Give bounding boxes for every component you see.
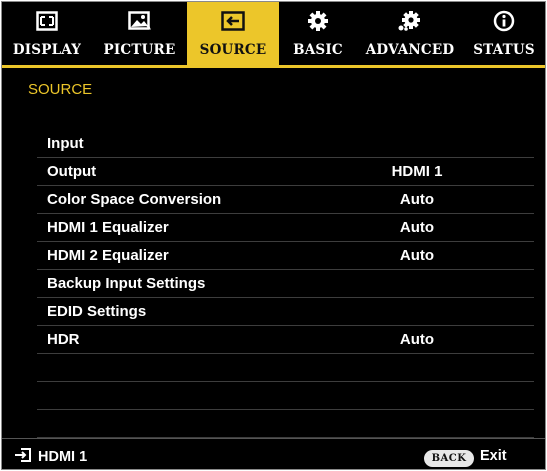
menu-empty-row (37, 355, 534, 382)
tab-advanced-label: ADVANCED (365, 42, 455, 58)
footer-divider (2, 438, 545, 439)
menu-item-label: Input (47, 135, 84, 152)
tab-display[interactable]: DISPLAY (2, 2, 92, 65)
menu-item-backup-input-settings[interactable]: Backup Input Settings (37, 271, 534, 298)
current-input-label: HDMI 1 (38, 449, 88, 465)
tab-status-label: STATUS (473, 42, 535, 58)
tab-basic[interactable]: BASIC (279, 2, 357, 65)
menu-item-label: EDID Settings (47, 303, 147, 320)
exit-label: Exit (480, 448, 507, 464)
picture-icon (92, 10, 187, 32)
tab-basic-label: BASIC (293, 42, 343, 58)
menu-item-value: Auto (399, 331, 435, 348)
display-icon (2, 10, 92, 32)
info-icon (463, 10, 545, 32)
menu-item-color-space-conversion[interactable]: Color Space Conversion Auto (37, 187, 534, 214)
menu-item-hdmi2-equalizer[interactable]: HDMI 2 Equalizer Auto (37, 243, 534, 270)
menu-item-label: Backup Input Settings (47, 275, 206, 292)
menu-item-label: Output (47, 163, 97, 180)
gear-icon (279, 10, 357, 32)
menu-item-output[interactable]: Output HDMI 1 (37, 159, 534, 186)
menu-item-value: Auto (399, 247, 435, 264)
header-divider (2, 65, 545, 68)
tab-display-label: DISPLAY (12, 42, 82, 58)
menu-item-input[interactable]: Input (37, 131, 534, 158)
menu-item-label: HDMI 2 Equalizer (47, 247, 169, 264)
menu-item-label: HDR (47, 331, 80, 348)
tab-picture-label: PICTURE (103, 42, 176, 58)
advanced-gear-icon (357, 10, 463, 32)
menu-item-label: HDMI 1 Equalizer (47, 219, 169, 236)
back-button[interactable]: BACK (424, 450, 474, 467)
tab-bar: DISPLAY PICTURE SOURCE BASIC ADVANCED ST… (2, 2, 545, 65)
menu-empty-row (37, 411, 534, 438)
tab-status[interactable]: STATUS (463, 2, 545, 65)
menu-item-hdmi1-equalizer[interactable]: HDMI 1 Equalizer Auto (37, 215, 534, 242)
tab-picture[interactable]: PICTURE (92, 2, 187, 65)
menu-item-value: HDMI 1 (391, 163, 443, 180)
source-icon (187, 10, 279, 32)
tab-source-label: SOURCE (199, 42, 267, 58)
menu-item-hdr[interactable]: HDR Auto (37, 327, 534, 354)
menu-empty-row (37, 383, 534, 410)
osd-menu-window: DISPLAY PICTURE SOURCE BASIC ADVANCED ST… (1, 1, 546, 470)
section-title: SOURCE (28, 81, 93, 98)
menu-item-value: Auto (399, 191, 435, 208)
tab-source[interactable]: SOURCE (187, 2, 279, 65)
menu-item-value: Auto (399, 219, 435, 236)
menu-item-label: Color Space Conversion (47, 191, 222, 208)
current-input-indicator: HDMI 1 (14, 448, 87, 466)
input-source-icon (14, 448, 32, 466)
menu-item-edid-settings[interactable]: EDID Settings (37, 299, 534, 326)
tab-advanced[interactable]: ADVANCED (357, 2, 463, 65)
